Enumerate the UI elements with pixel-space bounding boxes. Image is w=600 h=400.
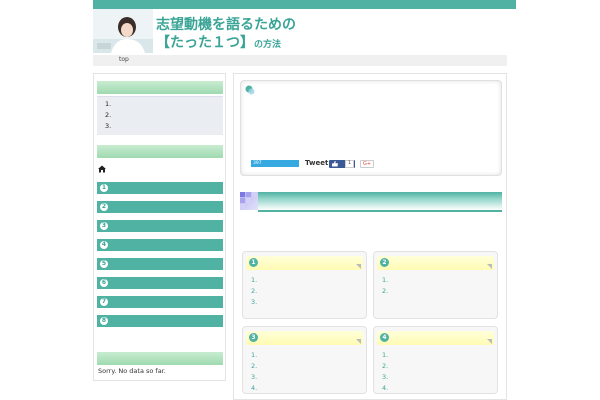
section-heading-squares [240,192,258,210]
no-data-message: Sorry. No data so far. [98,367,166,375]
facebook-share-count: 1 [345,160,354,168]
header-photo [93,9,153,53]
ranking-item[interactable]: 8 [97,315,223,327]
main-content: 397 Tweet 1 G+ 1 1. 2. 3. 2 1. 2. 3 1. 2… [233,73,507,400]
site-title-line2[interactable]: 【たった１つ】の方法 [156,32,281,52]
fold-corner-icon [487,339,492,344]
site-title-main: 【たった１つ】 [156,35,254,51]
ranking-item[interactable]: 5 [97,258,223,270]
ranking-number: 1 [100,184,108,192]
section-heading [240,192,502,213]
nav-bar: top [93,55,507,66]
ranking-number: 4 [100,241,108,249]
card-list-item[interactable]: 1. [382,351,388,359]
toc-item[interactable]: 1. [105,100,111,108]
card-list-item[interactable]: 4. [382,384,388,392]
fold-corner-icon [487,264,492,269]
ranking-number: 8 [100,317,108,325]
site-title-suffix: の方法 [254,40,282,50]
topic-card-number: 1 [249,258,258,267]
toc-item[interactable]: 2. [105,111,111,119]
ranking-number: 6 [100,279,108,287]
bubble-icon [245,85,255,95]
gplus-share-button[interactable]: G+ [360,160,374,168]
ranking-item[interactable]: 2 [97,201,223,213]
sidebar-popular-header [97,352,223,365]
toc-item[interactable]: 3. [105,122,111,130]
topic-card-header[interactable]: 2 [377,256,494,270]
topic-card-header[interactable]: 1 [246,256,363,270]
topic-card: 3 1. 2. 3. 4. [242,326,367,394]
ranking-number: 3 [100,222,108,230]
sidebar-toc: 1. 2. 3. [97,96,223,135]
topic-card-number: 4 [380,333,389,342]
header-top-bar [93,0,516,9]
nav-top-link[interactable]: top [119,56,129,63]
ranking-item[interactable]: 4 [97,239,223,251]
intro-box: 397 Tweet 1 G+ [240,80,502,176]
tweet-button[interactable]: Tweet [305,159,328,167]
topic-card-number: 3 [249,333,258,342]
card-list-item[interactable]: 3. [382,373,388,381]
topic-card-header[interactable]: 3 [246,331,363,345]
ranking-number: 5 [100,260,108,268]
home-icon[interactable] [98,165,106,173]
ranking-number: 2 [100,203,108,211]
ranking-item[interactable]: 1 [97,182,223,194]
card-list-item[interactable]: 2. [382,362,388,370]
site-title-line1[interactable]: 志望動機を語るための [156,14,296,34]
topic-card: 1 1. 2. 3. [242,251,367,319]
fold-corner-icon [356,339,361,344]
card-list-item[interactable]: 2. [382,287,388,295]
card-list-item[interactable]: 3. [251,298,257,306]
card-list-item[interactable]: 1. [382,276,388,284]
ranking-item[interactable]: 3 [97,220,223,232]
card-list-item[interactable]: 1. [251,276,257,284]
ranking-item[interactable]: 7 [97,296,223,308]
share-count-button[interactable]: 397 [251,160,299,167]
fold-corner-icon [356,264,361,269]
section-heading-bar [258,192,502,212]
facebook-like-icon [332,161,338,167]
topic-card: 4 1. 2. 3. 4. [373,326,498,394]
topic-card-number: 2 [380,258,389,267]
sidebar-toc-header [97,81,223,94]
facebook-share-button[interactable]: 1 [329,160,355,168]
ranking-item[interactable]: 6 [97,277,223,289]
ranking-number: 7 [100,298,108,306]
sidebar-ranking-header [97,145,223,158]
card-list-item[interactable]: 1. [251,351,257,359]
card-list-item[interactable]: 2. [251,362,257,370]
card-list-item[interactable]: 3. [251,373,257,381]
card-list-item[interactable]: 2. [251,287,257,295]
sidebar: 1. 2. 3. 1 2 3 4 5 6 7 8 Sorry. No data … [93,73,226,381]
topic-card: 2 1. 2. [373,251,498,319]
card-list-item[interactable]: 4. [251,384,257,392]
topic-card-header[interactable]: 4 [377,331,494,345]
